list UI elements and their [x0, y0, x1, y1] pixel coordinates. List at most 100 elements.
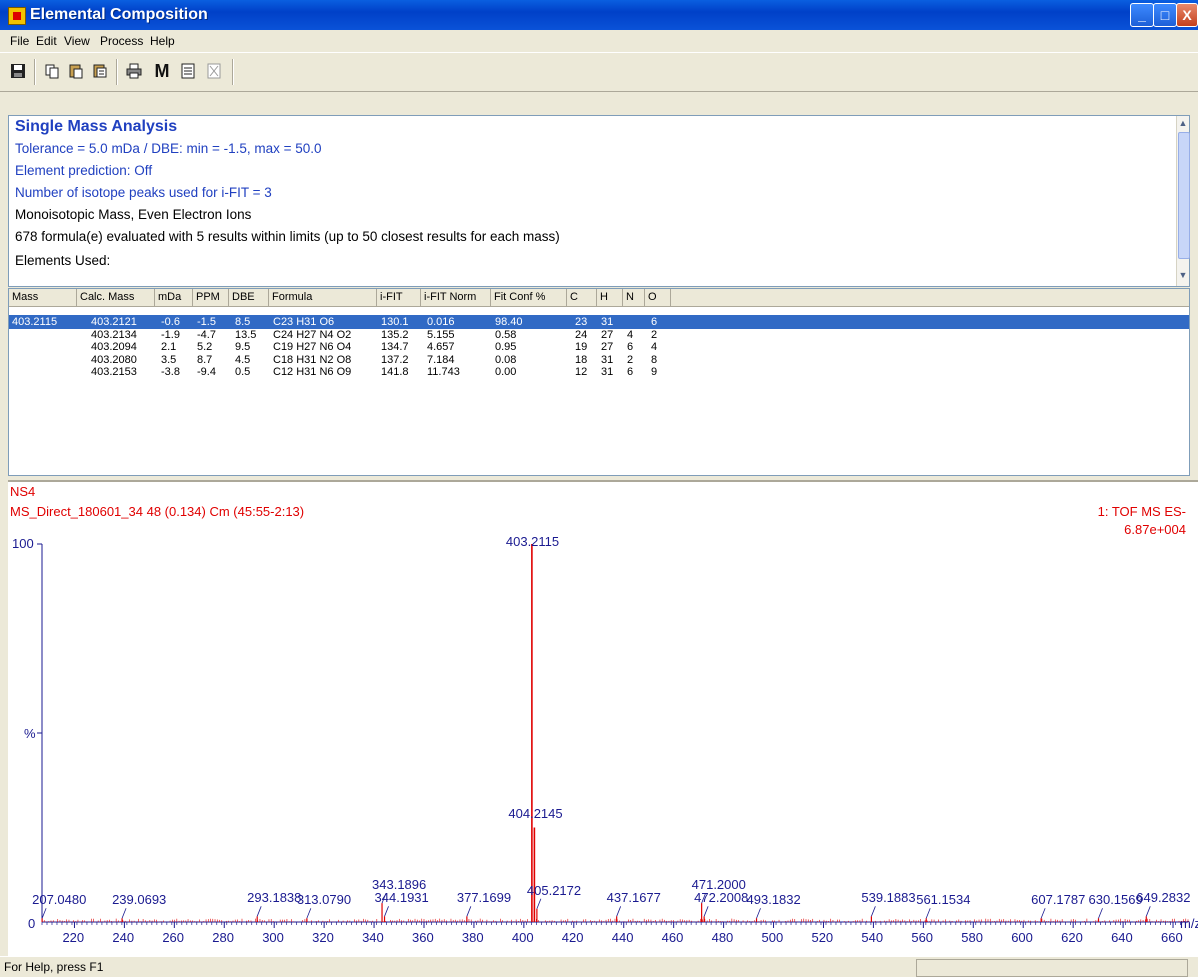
x-tick-label: 280	[212, 930, 234, 945]
peak-label-leader	[466, 906, 472, 917]
menu-file[interactable]: File	[10, 34, 29, 48]
col-mda[interactable]: mDa	[155, 289, 193, 306]
x-tick-label: 580	[961, 930, 983, 945]
peak-label-leader	[306, 908, 312, 919]
x-tick-label: 540	[861, 930, 884, 945]
table-cell: 12	[575, 366, 588, 378]
x-tick-label: 440	[611, 930, 634, 945]
scroll-up-icon[interactable]: ▲	[1178, 118, 1188, 132]
peak-label-leader	[703, 906, 709, 917]
col-dbe[interactable]: DBE	[229, 289, 269, 306]
maximize-button[interactable]: □	[1153, 3, 1177, 27]
minimize-button[interactable]: _	[1130, 3, 1154, 27]
results-table: Mass Calc. Mass mDa PPM DBE Formula i-FI…	[8, 288, 1190, 476]
peak-label-leader	[1145, 906, 1151, 917]
x-tick-label: 380	[461, 930, 484, 945]
menu-bar: File Edit View Process Help	[0, 30, 1198, 53]
mass-mode-text: Monoisotopic Mass, Even Electron Ions	[15, 207, 252, 222]
title-bar: Elemental Composition _ □ X	[0, 0, 1198, 30]
peak-label: 649.2832	[1136, 890, 1191, 906]
col-formula[interactable]: Formula	[269, 289, 377, 306]
status-bar: For Help, press F1	[0, 956, 1198, 977]
x-tick-label: 400	[511, 930, 534, 945]
table-cell: C12 H31 N6 O9	[273, 366, 352, 378]
list-icon[interactable]	[176, 59, 200, 83]
peak-label: 472.2008	[694, 890, 749, 906]
peak-label: 437.1677	[606, 890, 661, 906]
col-calc-mass[interactable]: Calc. Mass	[77, 289, 155, 306]
col-fit-conf[interactable]: Fit Conf %	[491, 289, 567, 306]
col-ifit[interactable]: i-FIT	[377, 289, 421, 306]
x-tick-label: 340	[362, 930, 384, 945]
peak-label-leader	[121, 908, 127, 919]
peak-label: 404.2145	[508, 805, 563, 821]
status-pane	[916, 959, 1188, 977]
peak-label: 313.0790	[296, 892, 352, 908]
col-mass[interactable]: Mass	[9, 289, 77, 306]
info-scrollbar[interactable]: ▲ ▼	[1176, 116, 1190, 286]
col-ifit-norm[interactable]: i-FIT Norm	[421, 289, 491, 306]
x-tick-label: 320	[312, 930, 334, 945]
menu-help[interactable]: Help	[150, 34, 175, 48]
x-tick-label: 300	[262, 930, 284, 945]
x-tick-label: 460	[661, 930, 684, 945]
close-doc-icon[interactable]	[202, 59, 226, 83]
peak-label-leader	[871, 906, 876, 917]
col-h[interactable]: H	[597, 289, 623, 306]
app-icon	[8, 7, 26, 25]
peak-label: 493.1832	[746, 892, 801, 908]
peak-label-leader	[925, 908, 931, 919]
paste-icon[interactable]	[64, 59, 88, 83]
x-tick-label: 660	[1161, 930, 1183, 945]
scroll-thumb[interactable]	[1178, 132, 1190, 259]
table-cell: -9.4	[197, 366, 216, 378]
isotope-peaks-text: Number of isotope peaks used for i-FIT =…	[15, 185, 272, 200]
table-cell: 9	[651, 366, 658, 378]
elements-used-text: Elements Used:	[15, 253, 111, 268]
table-header: Mass Calc. Mass mDa PPM DBE Formula i-FI…	[9, 289, 1189, 307]
peak-label: 344.1931	[374, 890, 429, 906]
element-prediction-text: Element prediction: Off	[15, 163, 153, 178]
peak-label: 607.1787	[1031, 892, 1086, 908]
peak-label: 207.0480	[32, 892, 87, 908]
table-cell: 0.00	[495, 366, 517, 378]
peak-label: 239.0693	[112, 892, 167, 908]
analysis-title: Single Mass Analysis	[15, 118, 178, 135]
x-tick-label: 560	[911, 930, 934, 945]
peak-label: 405.2172	[526, 882, 582, 898]
x-tick-label: 600	[1011, 930, 1033, 945]
window-title: Elemental Composition	[30, 6, 208, 23]
close-button[interactable]: X	[1176, 3, 1198, 27]
copy-icon[interactable]	[40, 59, 64, 83]
peak-label: 403.2115	[505, 534, 560, 549]
x-tick-label: 640	[1111, 930, 1133, 945]
mass-icon[interactable]: M	[150, 59, 174, 83]
peak-label-leader	[384, 906, 389, 917]
spectrum-plot[interactable]	[8, 482, 1198, 956]
menu-view[interactable]: View	[64, 34, 90, 48]
table-cell: 11.743	[427, 366, 460, 378]
table-cell: -3.8	[161, 366, 180, 378]
menu-edit[interactable]: Edit	[36, 34, 57, 48]
x-tick-label: 240	[112, 930, 135, 945]
col-n[interactable]: N	[623, 289, 645, 306]
peak-label-leader	[536, 898, 542, 909]
menu-process[interactable]: Process	[100, 34, 143, 48]
peak-label-leader	[616, 906, 622, 917]
print-icon[interactable]	[122, 59, 146, 83]
peak-label-leader	[256, 906, 262, 917]
peak-label: 630.1569	[1088, 892, 1143, 908]
table-row[interactable]: 403.2153 -3.8 -9.4 0.5 C12 H31 N6 O9 141.8 11.…	[9, 365, 1189, 379]
save-icon[interactable]	[6, 59, 30, 83]
peak-label: 377.1699	[456, 890, 512, 906]
x-tick-label: 620	[1061, 930, 1083, 945]
col-c[interactable]: C	[567, 289, 597, 306]
scroll-down-icon[interactable]: ▼	[1178, 270, 1188, 284]
peak-label: 561.1534	[916, 892, 971, 908]
x-tick-label: 500	[761, 930, 784, 945]
table-cell: 31	[601, 366, 614, 378]
col-o[interactable]: O	[645, 289, 671, 306]
peak-label: 293.1838	[247, 890, 302, 906]
col-ppm[interactable]: PPM	[193, 289, 229, 306]
properties-icon[interactable]	[88, 59, 112, 83]
